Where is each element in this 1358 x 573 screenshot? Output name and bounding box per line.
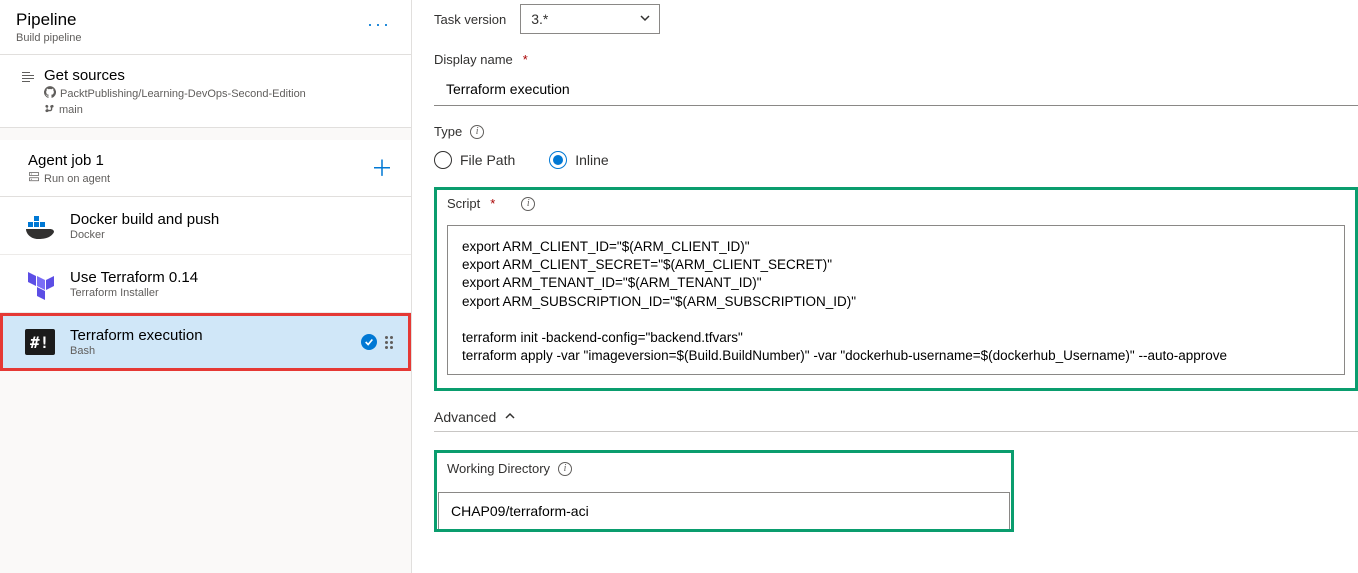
task-item-terraform[interactable]: Use Terraform 0.14 Terraform Installer (0, 255, 411, 313)
task-version-value: 3.* (531, 11, 548, 27)
agent-job-title: Agent job 1 (28, 152, 110, 169)
get-sources-title: Get sources (44, 67, 306, 84)
display-name-input[interactable] (434, 73, 1358, 106)
chevron-up-icon (504, 409, 516, 425)
task-drag-handle[interactable] (385, 336, 393, 349)
type-label: Type (434, 124, 462, 139)
type-radio-inline[interactable]: Inline (549, 151, 608, 169)
task-version-label: Task version (434, 12, 506, 27)
server-icon (28, 171, 40, 186)
pipeline-title: Pipeline (16, 10, 81, 30)
type-field: Type i File Path Inline (434, 124, 1358, 169)
required-marker: * (490, 196, 495, 211)
task-title: Terraform execution (70, 327, 203, 344)
info-icon[interactable]: i (521, 197, 535, 211)
sources-icon (16, 67, 40, 117)
task-sub: Terraform Installer (70, 287, 198, 299)
working-directory-block: Working Directory i (434, 450, 1014, 532)
display-name-field: Display name * (434, 52, 1358, 106)
task-item-bash-selected[interactable]: #! Terraform execution Bash (0, 313, 411, 371)
bash-icon: #! (24, 326, 56, 358)
required-marker: * (523, 52, 528, 67)
type-radio-file-path[interactable]: File Path (434, 151, 515, 169)
script-textarea[interactable] (447, 225, 1345, 375)
display-name-label: Display name (434, 52, 513, 67)
task-version-row: Task version 3.* (434, 4, 1358, 52)
task-settings-panel: Task version 3.* Display name * Type i Fi… (412, 0, 1358, 573)
task-title: Use Terraform 0.14 (70, 269, 198, 286)
advanced-section-toggle[interactable]: Advanced (434, 409, 1358, 432)
task-version-select[interactable]: 3.* (520, 4, 660, 34)
agent-job-header[interactable]: Agent job 1 Run on agent ＋ (0, 140, 411, 197)
branch-icon (44, 103, 55, 117)
add-task-button[interactable]: ＋ (371, 158, 393, 180)
pipeline-header: Pipeline Build pipeline ··· (0, 0, 411, 55)
task-sub: Bash (70, 345, 203, 357)
pipeline-more-button[interactable]: ··· (363, 10, 395, 39)
svg-text:#!: #! (30, 333, 49, 352)
info-icon[interactable]: i (470, 125, 484, 139)
task-status-check-icon (361, 334, 377, 350)
sources-branch: main (59, 104, 83, 116)
pipeline-subtitle: Build pipeline (16, 32, 81, 44)
terraform-icon (24, 268, 56, 300)
task-title: Docker build and push (70, 211, 219, 228)
pipeline-left-panel: Pipeline Build pipeline ··· Get sources … (0, 0, 412, 573)
script-block: Script * i (434, 187, 1358, 391)
radio-label: Inline (575, 152, 608, 168)
advanced-label: Advanced (434, 409, 496, 425)
working-directory-label: Working Directory (447, 461, 550, 476)
agent-job-sub: Run on agent (44, 173, 110, 185)
github-icon (44, 86, 56, 101)
get-sources-row[interactable]: Get sources PacktPublishing/Learning-Dev… (0, 55, 411, 128)
radio-label: File Path (460, 152, 515, 168)
task-sub: Docker (70, 229, 219, 241)
working-directory-input[interactable] (438, 492, 1010, 529)
chevron-down-icon (639, 11, 651, 27)
script-label: Script (447, 196, 480, 211)
task-item-docker[interactable]: Docker build and push Docker (0, 197, 411, 255)
docker-icon (24, 210, 56, 242)
info-icon[interactable]: i (558, 462, 572, 476)
sources-repo: PacktPublishing/Learning-DevOps-Second-E… (60, 88, 306, 100)
